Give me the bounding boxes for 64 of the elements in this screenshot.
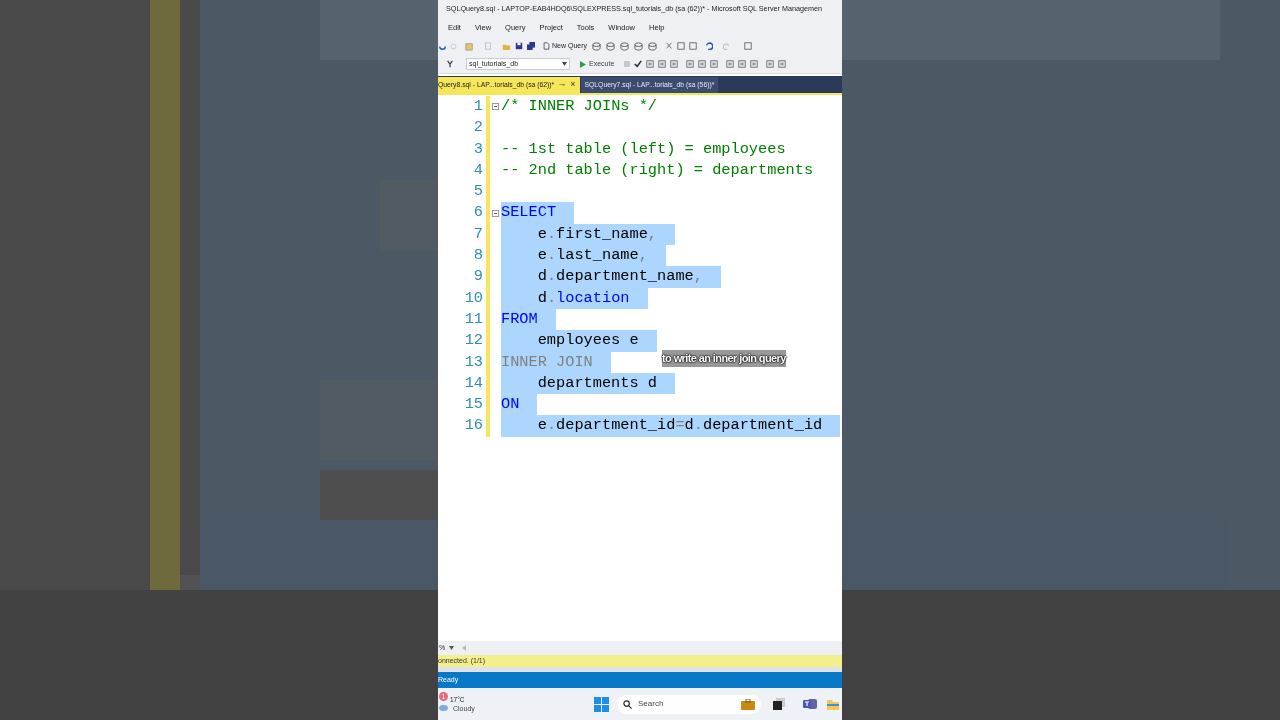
code-line[interactable]: -- 2nd table (right) = departments [501, 159, 814, 182]
start-icon[interactable] [594, 696, 609, 712]
line-number: 12 [463, 333, 483, 349]
connect-icon[interactable] [446, 60, 454, 68]
document-icon [543, 42, 550, 50]
comment-icon[interactable] [766, 60, 775, 68]
query-plan-icon[interactable] [646, 60, 655, 68]
line-number: 3 [472, 141, 483, 157]
cut-icon[interactable] [665, 42, 673, 50]
save-all-icon[interactable] [527, 42, 535, 50]
line-number: 14 [463, 375, 483, 392]
line-number: 8 [472, 248, 483, 264]
plan-icon[interactable] [686, 60, 695, 68]
file-icon[interactable] [484, 42, 492, 50]
new-project-icon[interactable] [465, 41, 474, 51]
copy-icon[interactable] [677, 42, 685, 50]
folder-icon[interactable] [827, 698, 839, 710]
scroll-left-icon[interactable] [462, 645, 467, 651]
line-number: 13 [463, 354, 483, 370]
play-icon [580, 60, 586, 68]
check-icon[interactable] [634, 60, 643, 68]
line-number: 10 [463, 290, 483, 306]
statistics-icon[interactable] [698, 60, 707, 68]
dropdown-icon[interactable] [449, 646, 455, 650]
line-number: 15 [463, 397, 483, 413]
client-stats-icon[interactable] [710, 60, 719, 68]
save-icon[interactable] [515, 42, 523, 50]
line-number: 11 [463, 311, 483, 328]
code-line[interactable]: -- 1st table (left) = employees [501, 138, 786, 160]
collapse-icon[interactable] [492, 209, 499, 217]
code-line[interactable]: /* INNER JOINs */ [501, 96, 658, 118]
line-number: 6 [472, 205, 483, 221]
dropdown-icon [562, 62, 567, 66]
file-results-icon[interactable] [750, 60, 759, 68]
close-tab-icon[interactable]: × [570, 78, 576, 92]
line-number: 2 [472, 120, 483, 136]
grid-results-icon[interactable] [738, 60, 747, 68]
collapse-icon[interactable] [492, 103, 499, 111]
search-field[interactable]: Search [617, 694, 761, 714]
results-file-icon[interactable] [670, 60, 679, 68]
text-results-icon[interactable] [726, 60, 735, 68]
database-query-icon[interactable] [634, 41, 643, 51]
circle-icon[interactable] [450, 42, 457, 50]
database-query-icon[interactable] [648, 41, 657, 51]
line-number: 16 [463, 418, 483, 434]
search-icon [623, 699, 632, 709]
line-number: 1 [472, 99, 483, 115]
database-query-icon[interactable] [620, 41, 629, 51]
window-icon[interactable] [744, 42, 752, 50]
uncomment-icon[interactable] [778, 60, 787, 68]
line-number: 9 [472, 269, 483, 285]
stop-icon[interactable] [624, 61, 631, 67]
line-number: 7 [472, 226, 483, 243]
cloud-icon[interactable] [439, 703, 448, 711]
task-view-icon[interactable] [773, 698, 785, 710]
line-number: 4 [472, 162, 483, 179]
database-query-icon[interactable] [592, 41, 601, 51]
results-grid-icon[interactable] [658, 60, 667, 68]
line-number: 5 [472, 184, 483, 200]
paste-icon[interactable] [689, 42, 697, 50]
database-query-icon[interactable] [606, 41, 615, 51]
teams-icon[interactable] [803, 698, 817, 710]
briefcase-icon [741, 698, 755, 710]
undo-icon[interactable] [705, 42, 713, 50]
